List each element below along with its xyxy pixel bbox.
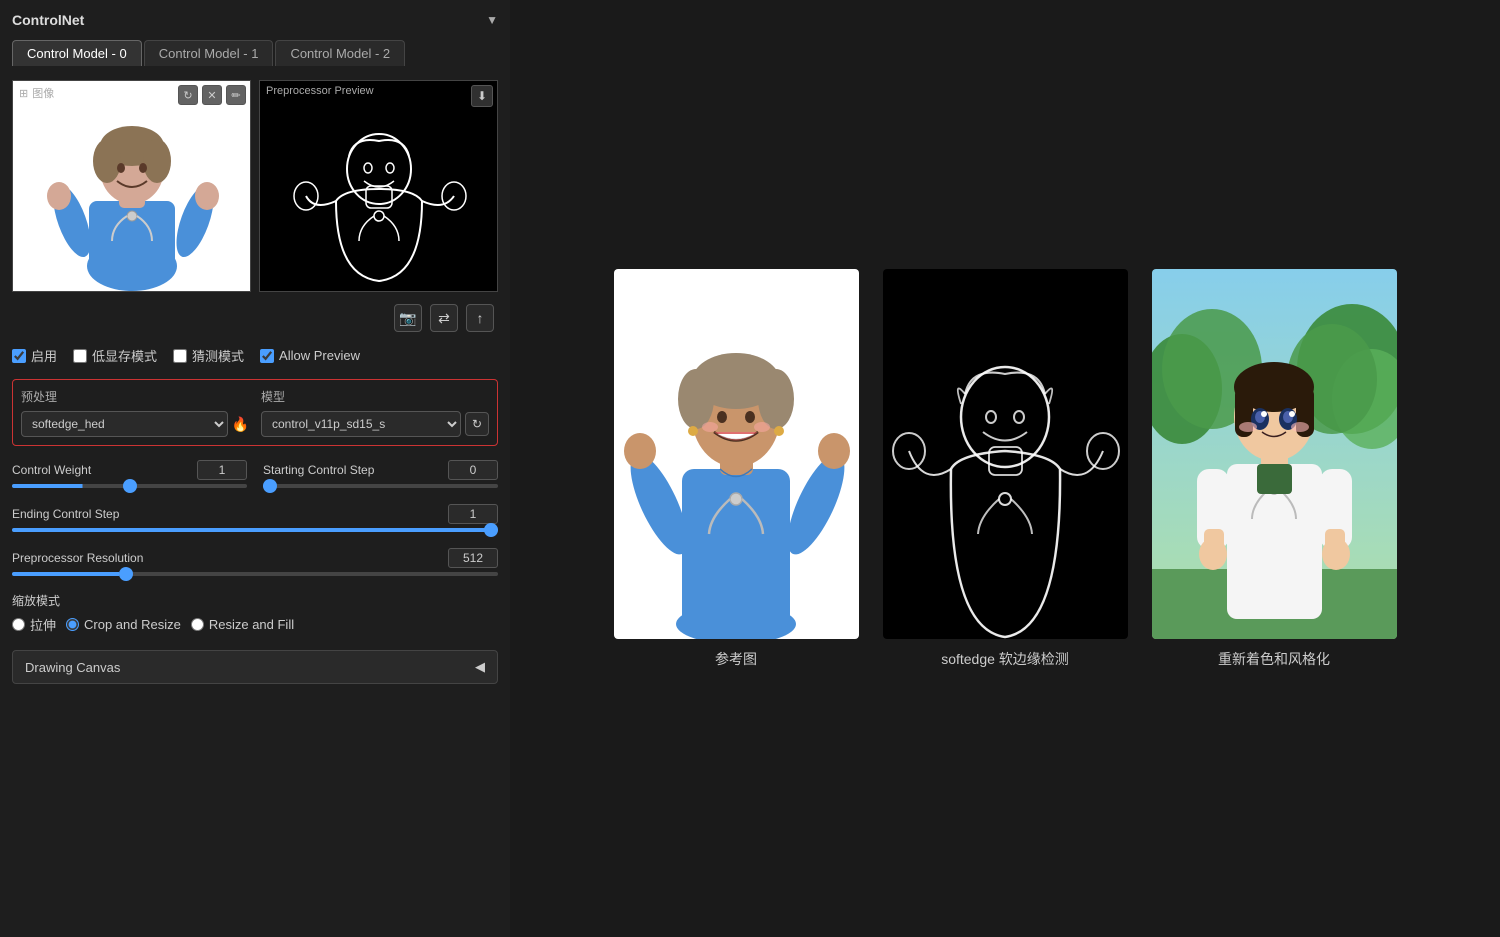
gallery-item-reference: 参考图 [614,269,859,669]
preprocessor-res-col: Preprocessor Resolution 512 [12,548,498,576]
gallery-caption-styled: 重新着色和风格化 [1218,649,1330,669]
radio-crop[interactable]: Crop and Resize [66,617,181,632]
stretch-label: 拉伸 [30,615,56,634]
preview-label: Preprocessor Preview [266,85,374,97]
source-image-content [13,81,250,291]
gallery-img-styled [1152,269,1397,639]
model-col: 模型 control_v11p_sd15_s ↻ [261,388,489,437]
controlnet-panel: ControlNet ▼ Control Model - 0 Control M… [0,0,510,937]
preprocessor-select[interactable]: softedge_hed [21,411,228,437]
gallery-img-reference [614,269,859,639]
drawing-canvas-label: Drawing Canvas [25,660,120,675]
control-weight-header: Control Weight 1 [12,460,247,480]
scale-mode-section: 缩放模式 拉伸 Crop and Resize Resize and Fill [12,592,498,634]
preprocessor-res-value: 512 [448,548,498,568]
panel-header: ControlNet ▼ [12,12,498,28]
image-icon: ⊞ [19,87,28,100]
model-section: 预处理 softedge_hed 🔥 模型 control_v11p_sd15_… [12,379,498,446]
tab-control-model-1[interactable]: Control Model - 1 [144,40,274,66]
low-vram-checkbox[interactable] [73,349,87,363]
preprocessor-res-slider[interactable] [12,572,498,576]
tab-control-model-2[interactable]: Control Model - 2 [275,40,405,66]
panel-title: ControlNet [12,12,84,28]
source-image-box: ⊞ 图像 ↻ ✕ ✏ [12,80,251,292]
starting-step-slider[interactable] [263,484,498,488]
preview-image-box: Preprocessor Preview ⬇ [259,80,498,292]
model-row: 预处理 softedge_hed 🔥 模型 control_v11p_sd15_… [21,388,489,437]
allow-preview-checkbox[interactable] [260,349,274,363]
ending-step-label: Ending Control Step [12,507,142,521]
crop-label: Crop and Resize [84,617,181,632]
download-preview-btn[interactable]: ⬇ [471,85,493,107]
control-weight-col: Control Weight 1 [12,460,247,488]
tabs-row: Control Model - 0 Control Model - 1 Cont… [12,40,498,66]
ending-step-slider[interactable] [12,528,498,532]
ending-step-value: 1 [448,504,498,524]
camera-btn[interactable]: 📷 [394,304,422,332]
starting-step-col: Starting Control Step 0 [263,460,498,488]
source-image-controls: ↻ ✕ ✏ [178,85,246,105]
ending-step-col: Ending Control Step 1 [12,504,498,532]
source-image-label: ⊞ 图像 [19,85,54,101]
stretch-radio[interactable] [12,618,25,631]
preview-image-content [260,81,497,291]
edit-image-btn[interactable]: ✏ [226,85,246,105]
guess-mode-label: 猜测模式 [192,346,244,365]
radio-stretch[interactable]: 拉伸 [12,615,56,634]
refresh-model-btn[interactable]: ↻ [465,412,489,436]
model-select-row: control_v11p_sd15_s ↻ [261,411,489,437]
scale-mode-radio-group: 拉伸 Crop and Resize Resize and Fill [12,615,498,634]
model-select[interactable]: control_v11p_sd15_s [261,411,461,437]
fill-label: Resize and Fill [209,617,294,632]
control-weight-slider[interactable] [12,484,247,488]
enable-checkbox[interactable] [12,349,26,363]
starting-step-header: Starting Control Step 0 [263,460,498,480]
allow-preview-checkbox-item[interactable]: Allow Preview [260,348,360,363]
enable-checkbox-item[interactable]: 启用 [12,346,57,365]
drawing-canvas-bar[interactable]: Drawing Canvas ◀ [12,650,498,684]
low-vram-checkbox-item[interactable]: 低显存模式 [73,346,157,365]
guess-mode-checkbox-item[interactable]: 猜测模式 [173,346,244,365]
dual-slider-section: Control Weight 1 Starting Control Step 0 [12,460,498,488]
collapse-icon[interactable]: ▼ [486,13,498,27]
crop-radio[interactable] [66,618,79,631]
radio-fill[interactable]: Resize and Fill [191,617,294,632]
gallery-caption-reference: 参考图 [715,649,757,669]
fire-icon: 🔥 [232,416,249,433]
gallery-item-styled: 重新着色和风格化 [1152,269,1397,669]
checkbox-row: 启用 低显存模式 猜测模式 Allow Preview [12,346,498,365]
starting-step-value: 0 [448,460,498,480]
enable-label: 启用 [31,346,57,365]
close-image-btn[interactable]: ✕ [202,85,222,105]
drawing-canvas-icon: ◀ [475,659,485,675]
preprocessor-col: 预处理 softedge_hed 🔥 [21,388,249,437]
refresh-image-btn[interactable]: ↻ [178,85,198,105]
gallery-item-softedge: softedge 软边缘检测 [883,269,1128,669]
image-gallery: 参考图 [614,269,1397,669]
control-weight-label: Control Weight [12,463,142,477]
low-vram-label: 低显存模式 [92,346,157,365]
control-weight-value: 1 [197,460,247,480]
fill-radio[interactable] [191,618,204,631]
gallery-img-softedge [883,269,1128,639]
gallery-caption-softedge: softedge 软边缘检测 [941,649,1069,669]
right-panel: 参考图 [510,0,1500,937]
preprocessor-label: 预处理 [21,388,249,405]
swap-btn[interactable]: ⇄ [430,304,458,332]
tab-control-model-0[interactable]: Control Model - 0 [12,40,142,66]
starting-step-label: Starting Control Step [263,463,393,477]
action-row: 📷 ⇄ ↑ [12,304,498,332]
ending-step-header: Ending Control Step 1 [12,504,498,524]
image-row: ⊞ 图像 ↻ ✕ ✏ [12,80,498,292]
up-btn[interactable]: ↑ [466,304,494,332]
preprocessor-res-label: Preprocessor Resolution [12,551,143,565]
guess-mode-checkbox[interactable] [173,349,187,363]
model-label: 模型 [261,388,489,405]
allow-preview-label: Allow Preview [279,348,360,363]
preprocessor-res-header: Preprocessor Resolution 512 [12,548,498,568]
scale-mode-label: 缩放模式 [12,592,498,609]
preprocessor-select-row: softedge_hed 🔥 [21,411,249,437]
